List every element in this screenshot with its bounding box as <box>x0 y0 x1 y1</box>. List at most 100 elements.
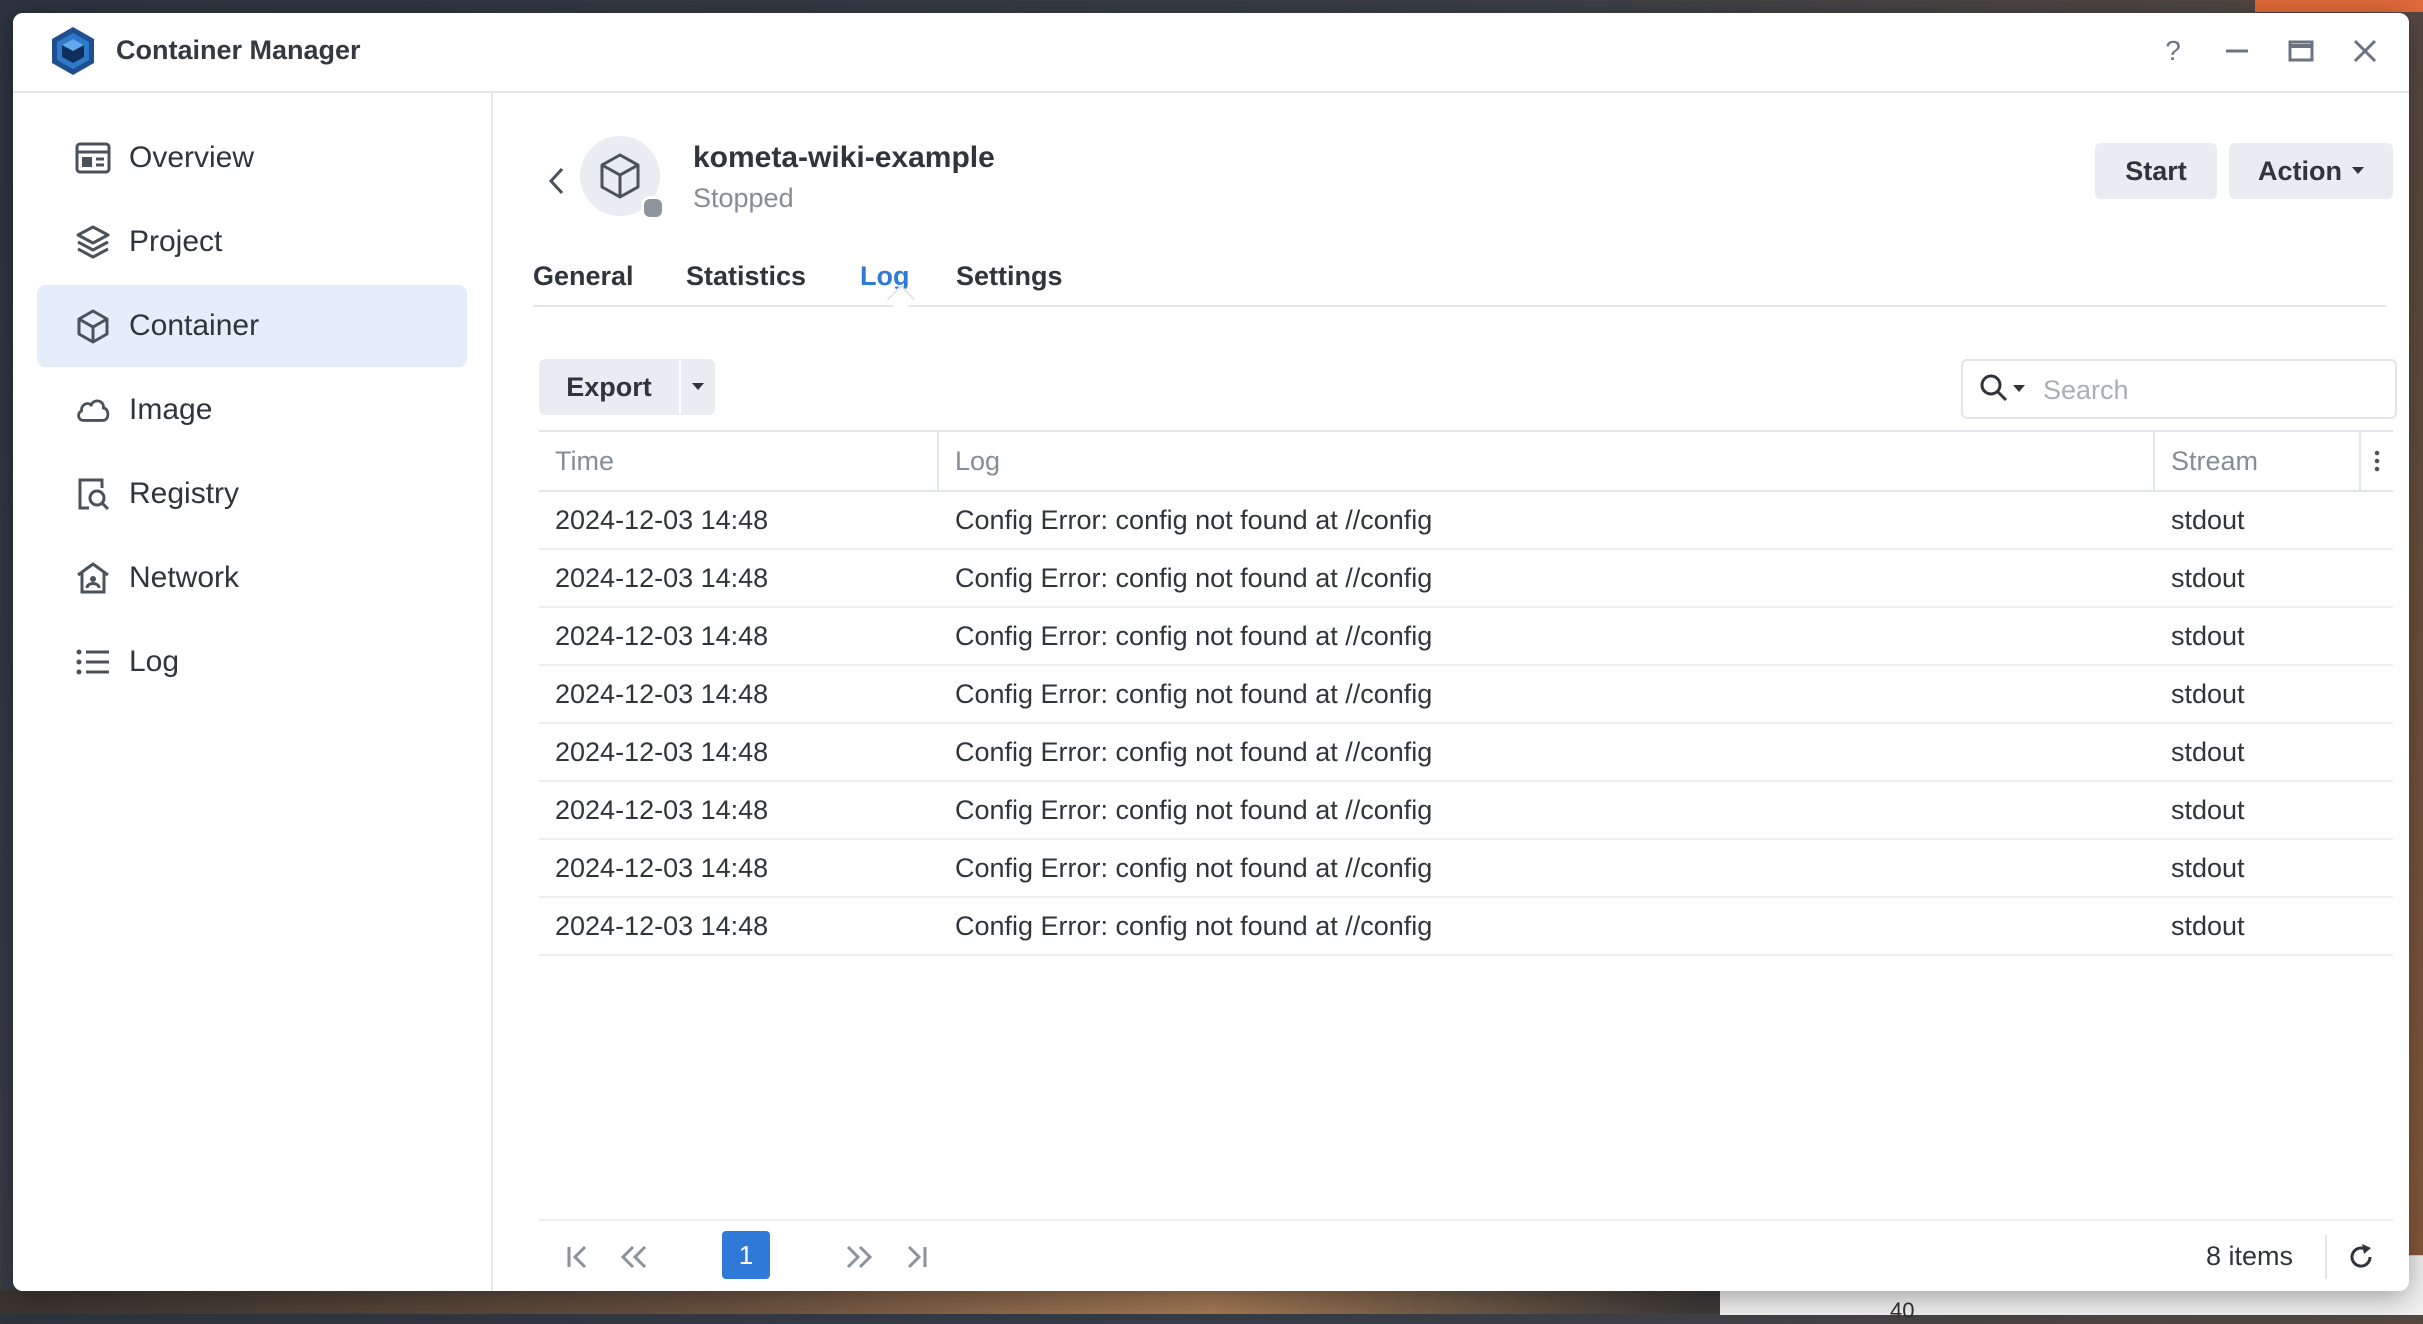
search-input[interactable] <box>2041 369 2375 411</box>
container-name: kometa-wiki-example <box>693 141 995 174</box>
close-icon <box>2353 39 2377 63</box>
column-divider[interactable] <box>2153 432 2155 490</box>
column-options-button[interactable] <box>2361 432 2393 490</box>
export-button-group: Export <box>539 359 715 415</box>
table-row[interactable]: 2024-12-03 14:48 Config Error: config not… <box>539 782 2393 840</box>
cell-stream: stdout <box>2171 504 2245 535</box>
previous-page-button[interactable] <box>614 1237 654 1277</box>
cell-log: Config Error: config not found at //conf… <box>955 504 1433 535</box>
cell-log: Config Error: config not found at //conf… <box>955 852 1433 883</box>
tab-general[interactable]: General <box>533 261 634 292</box>
sidebar: Overview Project Container Image Registr… <box>13 93 493 1291</box>
caret-down-icon <box>692 383 704 390</box>
cube-icon <box>75 308 111 344</box>
back-button[interactable] <box>537 161 577 201</box>
log-table: Time Log Stream 2024-12-03 14:48 Config E… <box>539 430 2393 956</box>
table-row[interactable]: 2024-12-03 14:48 Config Error: config not… <box>539 666 2393 724</box>
maximize-button[interactable] <box>2279 29 2323 73</box>
sidebar-item-registry[interactable]: Registry <box>37 453 467 535</box>
sidebar-item-label: Container <box>129 309 260 342</box>
search-box <box>1961 359 2397 419</box>
cell-time: 2024-12-03 14:48 <box>555 852 769 883</box>
cell-time: 2024-12-03 14:48 <box>555 620 769 651</box>
close-button[interactable] <box>2343 29 2387 73</box>
registry-search-icon <box>75 476 111 512</box>
title-bar[interactable]: Container Manager ? <box>13 13 2409 93</box>
sidebar-item-log[interactable]: Log <box>37 621 467 703</box>
cell-stream: stdout <box>2171 678 2245 709</box>
sidebar-item-network[interactable]: Network <box>37 537 467 619</box>
cell-log: Config Error: config not found at //conf… <box>955 794 1433 825</box>
cell-log: Config Error: config not found at //conf… <box>955 678 1433 709</box>
sidebar-item-label: Project <box>129 225 223 258</box>
sidebar-item-label: Network <box>129 561 240 594</box>
last-page-button[interactable] <box>895 1237 935 1277</box>
tab-settings[interactable]: Settings <box>956 261 1063 292</box>
cell-stream: stdout <box>2171 794 2245 825</box>
start-button[interactable]: Start <box>2095 143 2217 199</box>
cell-time: 2024-12-03 14:48 <box>555 794 769 825</box>
container-manager-window: Container Manager ? Overview Project Con… <box>13 13 2409 1291</box>
status-indicator <box>641 196 665 220</box>
table-row[interactable]: 2024-12-03 14:48 Config Error: config not… <box>539 840 2393 898</box>
table-row[interactable]: 2024-12-03 14:48 Config Error: config not… <box>539 550 2393 608</box>
cell-time: 2024-12-03 14:48 <box>555 678 769 709</box>
export-button[interactable]: Export <box>539 359 681 415</box>
search-options-caret-icon[interactable] <box>2013 385 2025 392</box>
current-page-button[interactable]: 1 <box>722 1231 770 1279</box>
sidebar-item-label: Overview <box>129 141 255 174</box>
table-row[interactable]: 2024-12-03 14:48 Config Error: config not… <box>539 898 2393 956</box>
sidebar-item-container[interactable]: Container <box>37 285 467 367</box>
cube-icon <box>600 153 640 199</box>
column-header-stream[interactable]: Stream <box>2171 432 2258 490</box>
cell-time: 2024-12-03 14:48 <box>555 562 769 593</box>
cell-stream: stdout <box>2171 620 2245 651</box>
table-row[interactable]: 2024-12-03 14:48 Config Error: config not… <box>539 492 2393 550</box>
cell-stream: stdout <box>2171 910 2245 941</box>
list-icon <box>75 644 111 680</box>
network-house-icon <box>75 560 111 596</box>
container-manager-logo-icon <box>52 27 94 75</box>
refresh-button[interactable] <box>2343 1239 2379 1275</box>
refresh-icon <box>2350 1244 2372 1268</box>
first-page-icon <box>567 1245 587 1269</box>
footer-divider <box>2325 1235 2327 1279</box>
app-title: Container Manager <box>116 35 361 65</box>
help-button[interactable]: ? <box>2151 29 2195 73</box>
column-divider[interactable] <box>937 432 939 490</box>
cell-time: 2024-12-03 14:48 <box>555 910 769 941</box>
container-status: Stopped <box>693 183 794 213</box>
table-row[interactable]: 2024-12-03 14:48 Config Error: config not… <box>539 608 2393 666</box>
cell-time: 2024-12-03 14:48 <box>555 736 769 767</box>
export-dropdown-button[interactable] <box>681 359 715 415</box>
first-page-button[interactable] <box>559 1237 599 1277</box>
last-page-icon <box>907 1245 927 1269</box>
cell-stream: stdout <box>2171 852 2245 883</box>
table-body: 2024-12-03 14:48 Config Error: config not… <box>539 492 2393 956</box>
sidebar-item-overview[interactable]: Overview <box>37 117 467 199</box>
minimize-button[interactable] <box>2215 29 2259 73</box>
cell-stream: stdout <box>2171 562 2245 593</box>
action-button-label: Action <box>2258 155 2342 186</box>
tab-bar: General Statistics Log Settings <box>533 261 2386 314</box>
main-panel: kometa-wiki-example Stopped Start Action… <box>493 93 2409 1291</box>
sidebar-item-label: Log <box>129 645 180 678</box>
column-header-log[interactable]: Log <box>955 432 1000 490</box>
background-number: 40 <box>1890 1298 1915 1323</box>
start-button-label: Start <box>2125 155 2187 186</box>
action-dropdown-button[interactable]: Action <box>2229 143 2393 199</box>
search-icon[interactable] <box>1979 373 2009 403</box>
sidebar-item-image[interactable]: Image <box>37 369 467 451</box>
column-header-time[interactable]: Time <box>555 432 614 490</box>
export-button-label: Export <box>566 371 652 402</box>
cell-log: Config Error: config not found at //conf… <box>955 910 1433 941</box>
sidebar-item-project[interactable]: Project <box>37 201 467 283</box>
table-row[interactable]: 2024-12-03 14:48 Config Error: config not… <box>539 724 2393 782</box>
tab-statistics[interactable]: Statistics <box>686 261 806 292</box>
maximize-icon <box>2288 40 2314 62</box>
double-chevron-right-icon <box>846 1245 873 1269</box>
cloud-icon <box>75 392 111 428</box>
next-page-button[interactable] <box>839 1237 879 1277</box>
minimize-icon <box>2226 49 2248 53</box>
cell-time: 2024-12-03 14:48 <box>555 504 769 535</box>
